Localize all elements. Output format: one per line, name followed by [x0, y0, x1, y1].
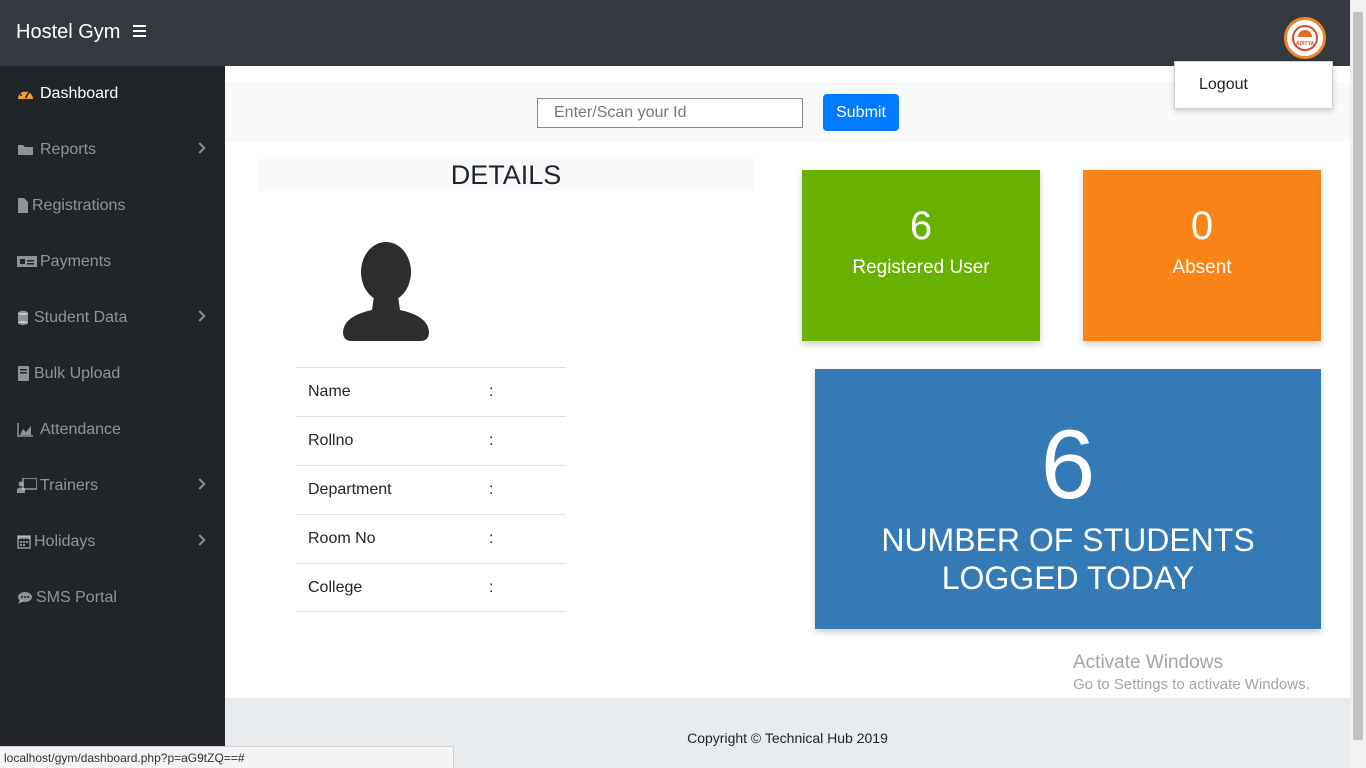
submit-button[interactable]: Submit: [823, 94, 899, 131]
sidebar-item-student-data[interactable]: Student Data: [0, 290, 225, 346]
chalkboard-teacher-icon: [17, 478, 37, 493]
table-row: Room No :: [296, 514, 566, 563]
absent-count: 0: [1190, 204, 1214, 248]
hamburger-menu-icon[interactable]: [133, 25, 146, 39]
activate-windows-title: Activate Windows: [1073, 652, 1223, 673]
logged-today-label: NUMBER OF STUDENTS LOGGED TODAY: [815, 521, 1321, 597]
activate-windows-subtitle: Go to Settings to activate Windows.: [1073, 676, 1310, 693]
brand-title[interactable]: Hostel Gym: [16, 21, 120, 44]
chevron-right-icon: [194, 310, 206, 322]
copyright-text: Copyright © Technical Hub 2019: [687, 730, 888, 746]
field-separator: :: [489, 383, 494, 400]
sidebar-item-label: Reports: [40, 141, 97, 158]
logo-text: ADITYA: [1295, 41, 1315, 47]
logged-today-card: 6 NUMBER OF STUDENTS LOGGED TODAY: [815, 369, 1321, 629]
details-title: DETAILS: [257, 159, 755, 191]
chevron-right-icon: [194, 534, 206, 546]
browser-status-bar: localhost/gym/dashboard.php?p=aG9tZQ==#: [0, 746, 454, 768]
sidebar-item-label: Trainers: [40, 477, 99, 494]
top-navbar: Hostel Gym ADITYA: [0, 0, 1350, 66]
chevron-right-icon: [194, 478, 206, 490]
sidebar-item-label: Payments: [40, 253, 112, 270]
field-separator: :: [489, 481, 494, 498]
field-separator: :: [489, 432, 494, 449]
field-label: Room No: [308, 530, 376, 547]
logged-today-label-line1: NUMBER OF STUDENTS: [881, 522, 1255, 558]
absent-label: Absent: [1172, 257, 1232, 278]
field-separator: :: [489, 579, 494, 596]
sidebar-item-label: Dashboard: [40, 85, 119, 102]
area-chart-icon: [17, 423, 33, 437]
logged-today-label-line2: LOGGED TODAY: [941, 560, 1195, 596]
sidebar-item-bulk-upload[interactable]: Bulk Upload: [0, 346, 225, 402]
sidebar-item-label: Student Data: [34, 309, 128, 326]
logo-ring: [1292, 25, 1318, 51]
comment-icon: [18, 592, 32, 604]
registered-users-label: Registered User: [852, 257, 990, 278]
sidebar-item-label: Attendance: [40, 421, 121, 438]
logged-today-count: 6: [1040, 409, 1096, 519]
table-row: Name :: [296, 367, 566, 416]
sidebar-item-payments[interactable]: Payments: [0, 234, 225, 290]
sidebar-item-sms-portal[interactable]: SMS Portal: [0, 570, 225, 626]
tachometer-icon: [18, 90, 33, 99]
table-row: College :: [296, 563, 566, 612]
sidebar: Dashboard Reports Registrations Payments…: [0, 66, 225, 768]
book-icon: [18, 366, 29, 381]
registered-users-card: 6 Registered User: [802, 170, 1040, 341]
logo-emblem-icon: [1298, 30, 1312, 37]
table-row: Rollno :: [296, 416, 566, 465]
sidebar-item-registrations[interactable]: Registrations: [0, 178, 225, 234]
scrollbar-thumb[interactable]: [1353, 12, 1363, 740]
sidebar-item-label: Bulk Upload: [34, 365, 121, 382]
user-avatar-logo[interactable]: ADITYA: [1284, 17, 1326, 59]
money-bill-icon: [17, 256, 37, 267]
user-placeholder-icon: [343, 242, 429, 341]
sidebar-item-holidays[interactable]: Holidays: [0, 514, 225, 570]
field-label: College: [308, 579, 363, 596]
calendar-icon: [17, 535, 31, 549]
field-label: Rollno: [308, 432, 354, 449]
id-scan-input[interactable]: [537, 98, 803, 128]
sidebar-item-label: Registrations: [32, 197, 126, 214]
chevron-right-icon: [194, 142, 206, 154]
sidebar-item-trainers[interactable]: Trainers: [0, 458, 225, 514]
vertical-scrollbar[interactable]: [1350, 0, 1366, 768]
status-url: localhost/gym/dashboard.php?p=aG9tZQ==#: [4, 751, 245, 765]
sidebar-item-attendance[interactable]: Attendance: [0, 402, 225, 458]
folder-icon: [18, 145, 33, 155]
field-label: Department: [308, 481, 392, 498]
table-row: Department :: [296, 465, 566, 514]
field-label: Name: [308, 383, 351, 400]
absent-card: 0 Absent: [1083, 170, 1321, 341]
sidebar-item-label: SMS Portal: [36, 589, 117, 606]
database-icon: [18, 310, 28, 325]
registered-users-count: 6: [909, 204, 933, 248]
logout-menu-item[interactable]: Logout: [1199, 76, 1248, 94]
sidebar-item-dashboard[interactable]: Dashboard: [0, 66, 225, 122]
user-dropdown-menu: Logout: [1174, 61, 1333, 109]
sidebar-item-reports[interactable]: Reports: [0, 122, 225, 178]
student-details-table: Name : Rollno : Department : Room No : C…: [296, 367, 566, 612]
field-separator: :: [489, 530, 494, 547]
sidebar-item-label: Holidays: [34, 533, 96, 550]
